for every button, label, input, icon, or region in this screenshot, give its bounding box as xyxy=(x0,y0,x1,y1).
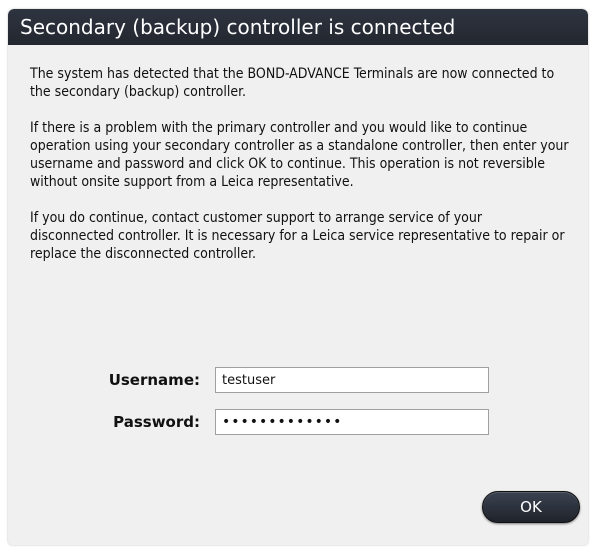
controller-connected-dialog: Secondary (backup) controller is connect… xyxy=(8,9,588,545)
password-field[interactable] xyxy=(215,409,489,435)
username-label: Username: xyxy=(108,371,200,389)
username-row: Username: xyxy=(8,367,588,395)
message-instructions: If there is a problem with the primary c… xyxy=(30,120,569,190)
dialog-body: The system has detected that the BOND-AD… xyxy=(8,45,588,263)
username-field[interactable] xyxy=(215,367,489,393)
password-row: Password: xyxy=(8,409,588,437)
message-detected: The system has detected that the BOND-AD… xyxy=(30,66,555,100)
password-label: Password: xyxy=(113,413,200,431)
message-support: If you do continue, contact customer sup… xyxy=(30,210,565,262)
ok-button[interactable]: OK xyxy=(482,491,580,523)
dialog-title: Secondary (backup) controller is connect… xyxy=(8,9,588,45)
